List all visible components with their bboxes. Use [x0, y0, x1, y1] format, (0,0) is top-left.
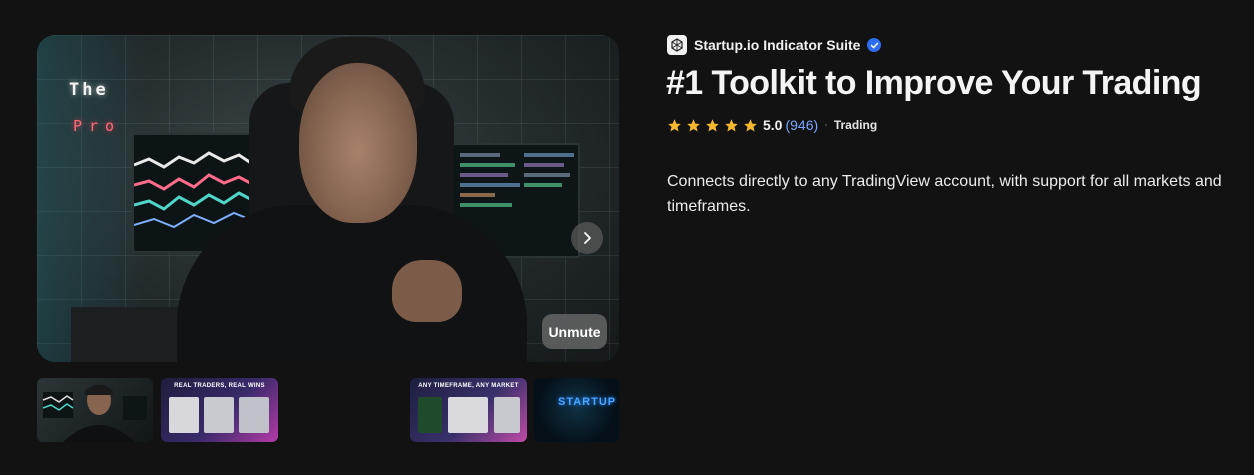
thumbnail-caption: ANY TIMEFRAME, ANY MARKET [418, 383, 519, 389]
startup-logo-icon[interactable] [667, 35, 687, 55]
rating-row: 5.0 (946) · Trading [667, 116, 877, 134]
star-icon [744, 118, 757, 131]
product-video-player[interactable]: The Pro Unmute [37, 35, 619, 362]
video-overlay-text-2: Pro [73, 117, 122, 135]
rating-count-link[interactable]: (946) [785, 117, 818, 133]
star-icon [668, 118, 681, 131]
video-overlay-text-1: The [69, 80, 109, 100]
media-thumbnail-strip: REAL TRADERS, REAL WINS ANY TIMEFRAME, A… [37, 378, 619, 442]
star-icon [706, 118, 719, 131]
thumbnail-video[interactable] [37, 378, 153, 442]
video-desk [71, 307, 181, 362]
thumbnail-card [204, 397, 234, 433]
separator-dot: · [824, 119, 828, 131]
video-person-hand [392, 260, 462, 322]
thumbnail-card [418, 397, 442, 433]
thumbnail-card [494, 397, 520, 433]
next-media-button[interactable] [571, 222, 603, 254]
star-icon [725, 118, 738, 131]
verified-check-icon [867, 38, 882, 52]
product-description: Connects directly to any TradingView acc… [667, 173, 1222, 215]
star-icon [687, 118, 700, 131]
seller-row: Startup.io Indicator Suite [667, 35, 882, 55]
thumbnail-any-timeframe[interactable]: ANY TIMEFRAME, ANY MARKET [410, 378, 527, 442]
thumbnail-real-traders[interactable]: REAL TRADERS, REAL WINS [161, 378, 278, 442]
seller-name-link[interactable]: Startup.io Indicator Suite [694, 37, 860, 53]
video-person-head [299, 63, 417, 223]
thumbnail-caption: STARTUP [558, 396, 617, 408]
thumbnail-card [448, 397, 488, 433]
thumbnail-card [169, 397, 199, 433]
rating-value: 5.0 [763, 117, 783, 133]
video-person-body [177, 205, 527, 362]
thumbnail-card [239, 397, 269, 433]
product-title: #1 Toolkit to Improve Your Trading [666, 64, 1202, 102]
chevron-right-icon [584, 232, 591, 244]
thumbnail-caption: REAL TRADERS, REAL WINS [174, 383, 265, 389]
thumbnail-startup-logo[interactable]: STARTUP [534, 378, 619, 442]
unmute-button[interactable]: Unmute [542, 314, 607, 349]
category-link[interactable]: Trading [834, 118, 877, 132]
